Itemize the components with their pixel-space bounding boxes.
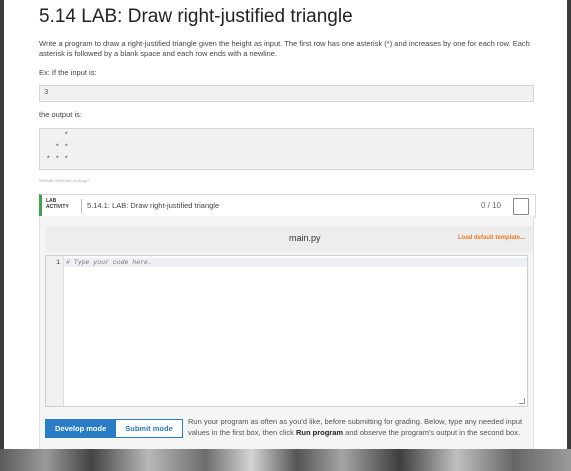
- example-output-box: * * * * * *: [39, 128, 534, 170]
- output-line: * * *: [46, 156, 69, 164]
- load-default-template-link[interactable]: Load default template...: [458, 235, 525, 241]
- example-label: Ex: If the input is:: [39, 68, 97, 77]
- resize-handle-icon[interactable]: [519, 398, 525, 404]
- file-name: main.py: [289, 233, 321, 243]
- output-line: * *: [46, 144, 69, 152]
- line-number: 1: [56, 259, 60, 266]
- run-help-text-2: and observe the program's output in the …: [343, 427, 521, 437]
- submit-mode-button[interactable]: Submit mode: [116, 419, 183, 438]
- activity-title: 5.14.1: LAB: Draw right-justified triang…: [87, 201, 220, 210]
- code-editor[interactable]: 1 # Type your code here.: [45, 255, 528, 407]
- example-input-box: 3: [39, 85, 534, 102]
- page-title: 5.14 LAB: Draw right-justified triangle: [39, 6, 353, 27]
- lab-activity-tag: LAB ACTIVITY: [46, 198, 69, 210]
- run-instructions: Run your program as often as you'd like,…: [188, 417, 523, 438]
- run-program-emphasis: Run program: [295, 427, 344, 437]
- header-divider: [81, 199, 82, 213]
- lab-tag-line2: ACTIVITY: [46, 204, 69, 210]
- develop-mode-button[interactable]: Develop mode: [45, 419, 117, 438]
- window-frame-left: [0, 0, 4, 471]
- line-number-gutter: 1: [46, 256, 64, 406]
- activity-id: 599588.3482354.qx3zqy7: [39, 178, 90, 183]
- code-line[interactable]: # Type your code here.: [66, 259, 152, 266]
- lab-activity-header: LAB ACTIVITY 5.14.1: LAB: Draw right-jus…: [39, 194, 536, 218]
- editor-header: main.py Load default template...: [46, 226, 533, 252]
- activity-score: 0 / 10: [480, 201, 501, 210]
- mode-toggle: Develop mode Submit mode: [45, 419, 183, 438]
- lab-description: Write a program to draw a right-justifie…: [39, 39, 530, 58]
- output-label: the output is:: [39, 110, 82, 119]
- completion-badge-icon: [513, 198, 529, 215]
- output-line: *: [46, 132, 69, 140]
- background-image-strip: [0, 449, 571, 471]
- window-frame-right: [567, 0, 571, 471]
